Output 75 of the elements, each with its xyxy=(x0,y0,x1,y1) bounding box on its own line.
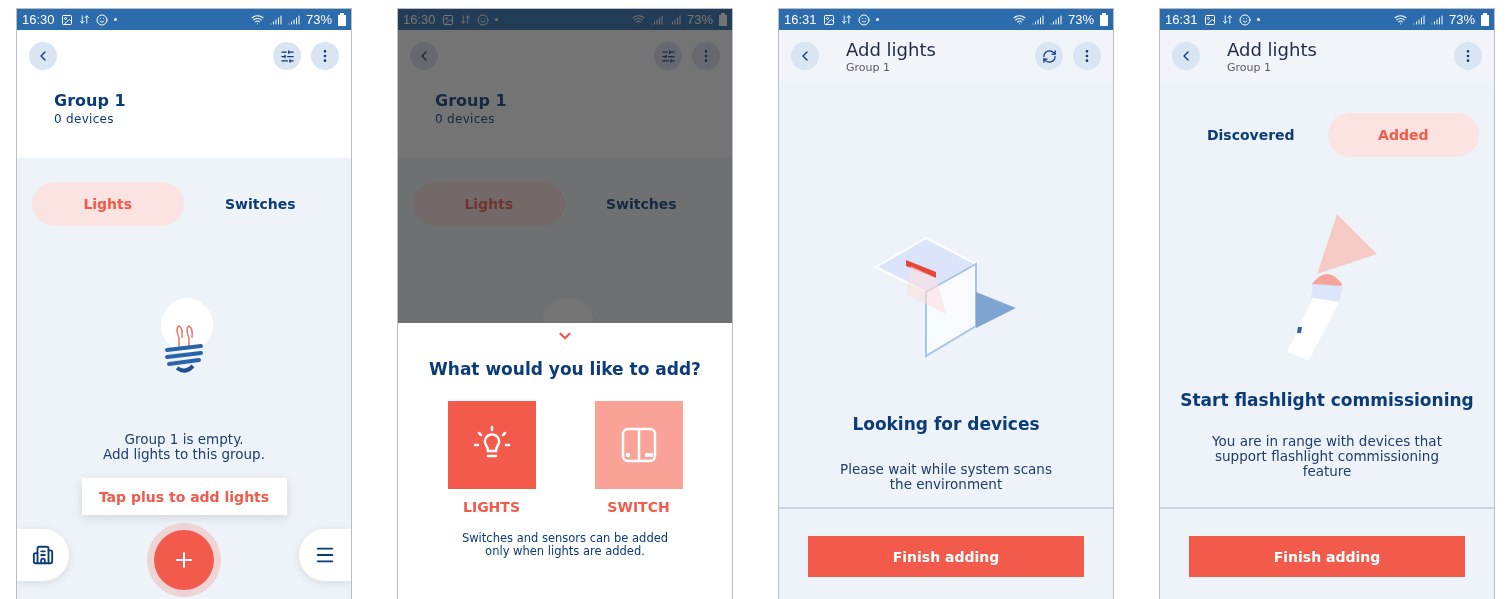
status-time: 16:30 xyxy=(22,12,55,27)
filter-button[interactable] xyxy=(273,42,301,70)
wifi-icon xyxy=(1393,13,1407,26)
data-arrows-icon xyxy=(840,14,852,25)
finish-adding-button[interactable]: Finish adding xyxy=(1189,536,1465,577)
data-arrows-icon xyxy=(459,14,471,25)
sheet-title: What would you like to add? xyxy=(429,359,701,379)
back-button[interactable] xyxy=(1172,42,1200,70)
screen-subtitle: Group 1 xyxy=(1227,60,1272,74)
smiley-icon xyxy=(476,13,489,26)
buildings-button[interactable] xyxy=(17,529,69,581)
filter-button[interactable] xyxy=(654,42,682,70)
tab[interactable]: Lights xyxy=(32,182,184,226)
device-count: 0 devices xyxy=(54,112,114,126)
battery-percent: 73% xyxy=(305,12,332,27)
wifi-icon xyxy=(1012,13,1026,26)
sliders-icon xyxy=(279,48,295,64)
more-button[interactable] xyxy=(1454,42,1482,70)
status-time: 16:31 xyxy=(1165,12,1198,27)
group-title: Group 1 xyxy=(54,90,126,112)
screen-title: Add lights xyxy=(846,38,937,61)
empty-message: Group 1 is empty. Add lights to this group. xyxy=(103,432,265,462)
finish-adding-button[interactable]: Finish adding xyxy=(808,536,1084,577)
status-time: 16:31 xyxy=(784,12,817,27)
smiley-icon xyxy=(1238,13,1251,26)
more-button[interactable] xyxy=(692,42,720,70)
refresh-icon xyxy=(1041,48,1057,64)
more-button[interactable] xyxy=(1073,42,1101,70)
battery-icon xyxy=(338,13,346,26)
add-option[interactable]: LIGHTS xyxy=(447,401,536,515)
dot-icon xyxy=(1256,18,1260,21)
smiley-icon xyxy=(857,13,870,26)
wifi-icon xyxy=(631,13,645,26)
data-arrows-icon xyxy=(78,14,90,25)
dot-icon xyxy=(113,18,117,21)
image-icon xyxy=(1203,13,1216,26)
wifi-icon xyxy=(250,13,264,26)
battery-icon xyxy=(1481,13,1489,26)
battery-icon xyxy=(719,13,727,26)
tab[interactable]: Discovered xyxy=(1175,113,1327,157)
back-button[interactable] xyxy=(29,42,57,70)
image-icon xyxy=(441,13,454,26)
status-description: Please wait while system scans the environment xyxy=(840,462,1052,492)
back-button[interactable] xyxy=(791,42,819,70)
sheet-note: Switches and sensors can be added only when lights are added. xyxy=(461,532,669,558)
battery-icon xyxy=(1100,13,1108,26)
tab[interactable]: Added xyxy=(1327,113,1479,157)
back-button[interactable] xyxy=(410,42,438,70)
refresh-button[interactable] xyxy=(1035,42,1063,70)
tab[interactable]: Switches xyxy=(184,182,336,226)
screen-title: Add lights xyxy=(1227,38,1318,61)
device-count: 0 devices xyxy=(435,112,495,126)
status-description: You are in range with devices that support flashlight commissioning feature xyxy=(1212,434,1442,479)
status-heading: Start flashlight commissioning xyxy=(1180,390,1474,410)
add-button[interactable] xyxy=(154,530,214,590)
dot-icon xyxy=(875,18,879,21)
image-icon xyxy=(822,13,835,26)
more-button[interactable] xyxy=(311,42,339,70)
building-icon xyxy=(32,544,54,566)
battery-percent: 73% xyxy=(1067,12,1094,27)
status-heading: Looking for devices xyxy=(852,414,1040,434)
battery-percent: 73% xyxy=(1448,12,1475,27)
status-time: 16:30 xyxy=(403,12,436,27)
smiley-icon xyxy=(95,13,108,26)
group-title: Group 1 xyxy=(435,90,507,112)
tab[interactable]: Switches xyxy=(565,182,717,226)
dot-icon xyxy=(494,18,498,21)
image-icon xyxy=(60,13,73,26)
battery-percent: 73% xyxy=(686,12,713,27)
menu-button[interactable] xyxy=(299,529,351,581)
data-arrows-icon xyxy=(1221,14,1233,25)
tab[interactable]: Lights xyxy=(413,182,565,226)
hint-tooltip: Tap plus to add lights xyxy=(81,478,287,515)
sliders-icon xyxy=(660,48,676,64)
screen-subtitle: Group 1 xyxy=(846,60,891,74)
